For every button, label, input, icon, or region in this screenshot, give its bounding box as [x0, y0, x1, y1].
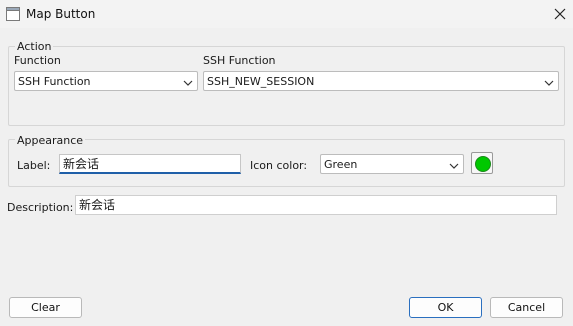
- icon-color-dropdown-value: Green: [324, 158, 358, 171]
- close-icon[interactable]: [549, 4, 571, 24]
- chevron-down-icon: [544, 77, 554, 86]
- window-app-icon: [6, 7, 20, 21]
- cancel-button[interactable]: Cancel: [490, 297, 563, 318]
- icon-color-swatch-button[interactable]: [471, 152, 493, 174]
- window-title: Map Button: [26, 7, 96, 21]
- icon-color-dropdown[interactable]: Green: [320, 154, 464, 174]
- chevron-down-icon: [449, 160, 459, 169]
- action-legend: Action: [15, 40, 54, 53]
- function-dropdown-value: SSH Function: [18, 75, 91, 88]
- chevron-down-icon: [183, 77, 193, 86]
- title-bar: Map Button: [0, 0, 573, 28]
- label-field-label: Label:: [17, 159, 51, 172]
- function-dropdown[interactable]: SSH Function: [14, 71, 198, 91]
- ssh-function-label: SSH Function: [203, 54, 276, 67]
- ssh-function-dropdown[interactable]: SSH_NEW_SESSION: [203, 71, 559, 91]
- description-label: Description:: [7, 201, 74, 214]
- appearance-legend: Appearance: [15, 134, 86, 147]
- function-label: Function: [14, 54, 61, 67]
- description-input-value: 新会话: [79, 198, 116, 212]
- label-input[interactable]: 新会话: [59, 154, 241, 174]
- ok-button[interactable]: OK: [409, 297, 482, 318]
- clear-button[interactable]: Clear: [9, 297, 82, 318]
- label-input-value: 新会话: [63, 157, 100, 171]
- ssh-function-dropdown-value: SSH_NEW_SESSION: [207, 75, 315, 88]
- description-input[interactable]: 新会话: [75, 195, 557, 215]
- color-swatch-icon: [475, 156, 491, 172]
- icon-color-label: Icon color:: [250, 159, 308, 172]
